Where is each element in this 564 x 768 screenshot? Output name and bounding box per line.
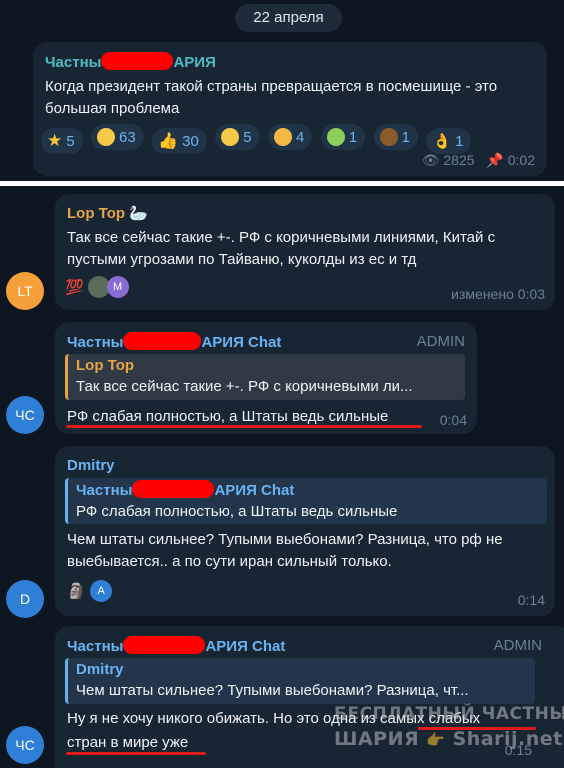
edited-time: изменено 0:03 xyxy=(451,286,545,302)
message-time: 0:04 xyxy=(439,412,467,428)
poop-icon xyxy=(379,128,398,146)
nauseated-icon xyxy=(326,128,345,146)
grin-icon xyxy=(97,128,116,146)
channel-post[interactable]: Частны АРИЯ Когда президент такой страны … xyxy=(33,42,547,176)
reply-preview[interactable]: Частны АРИЯ Chat РФ слабая полностью, а Ш… xyxy=(65,478,547,524)
reaction-chip[interactable]: 👍 30 xyxy=(152,128,207,154)
admin-badge: ADMIN xyxy=(416,333,465,350)
reply-preview[interactable]: Lop Top Так все сейчас такие +-. РФ с ко… xyxy=(65,354,465,400)
watermark: ШАРИЯ 👉 Sharij.net xyxy=(334,728,563,750)
pointing-hand-icon: 👉 xyxy=(426,731,446,749)
reaction-chip[interactable]: 1 xyxy=(320,124,366,150)
reply-text: РФ слабая полностью, а Штаты ведь сильны… xyxy=(76,503,398,520)
message-sender[interactable]: Частны АРИЯ Chat xyxy=(67,636,285,657)
reply-preview[interactable]: Dmitry Чем штаты сильнее? Тупыми выебона… xyxy=(65,658,535,704)
message-sender[interactable]: Частны АРИЯ Chat xyxy=(67,332,281,353)
date-separator: 22 апреля xyxy=(235,4,342,32)
reply-sender: Lop Top xyxy=(76,357,135,374)
pin-icon: 📌 xyxy=(486,152,504,168)
reaction-chip[interactable]: 👌 1 xyxy=(426,128,472,154)
reaction-chip[interactable]: 63 xyxy=(91,124,144,150)
redaction-mark xyxy=(123,332,202,350)
thumbs-up-icon: 👍 xyxy=(158,133,179,150)
star-icon: ★ xyxy=(47,131,63,150)
highlight-underline xyxy=(66,425,422,428)
watermark: БЕСПЛАТНЫЙ ЧАСТНЫЙ xyxy=(334,704,564,724)
ok-hand-icon: 👌 xyxy=(432,133,452,150)
avatar[interactable]: ЧС xyxy=(6,726,44,764)
separator-line xyxy=(0,181,564,186)
admin-badge: ADMIN xyxy=(493,637,542,654)
slightly-frowning-icon xyxy=(221,128,240,146)
message-reactions[interactable]: 💯 M xyxy=(65,276,129,300)
message-bubble[interactable]: Lop Top 🦢 Так все сейчас такие +-. РФ с … xyxy=(55,194,555,310)
message-time: 0:14 xyxy=(517,592,545,608)
reaction-chip[interactable]: 5 xyxy=(215,124,260,150)
reactor-avatar: M xyxy=(106,276,129,298)
thinking-icon xyxy=(274,128,293,146)
reaction-chip[interactable]: ★ 5 xyxy=(41,128,83,154)
message-sender[interactable]: Lop Top 🦢 xyxy=(67,204,148,224)
post-text: Когда президент такой страны превращаетс… xyxy=(45,78,498,117)
hundred-points-icon: 💯 xyxy=(65,279,84,296)
moai-icon: 🗿 xyxy=(67,583,86,600)
reply-text: Так все сейчас такие +-. РФ с коричневым… xyxy=(76,378,413,395)
reply-sender: Dmitry xyxy=(76,661,124,678)
reply-text: Чем штаты сильнее? Тупыми выебонами? Раз… xyxy=(76,682,469,699)
reaction-chip[interactable]: 1 xyxy=(373,124,418,150)
redaction-mark xyxy=(101,52,174,70)
message-sender[interactable]: Dmitry xyxy=(67,456,115,476)
message-text-line: стран в мире уже xyxy=(67,734,189,751)
sender-emoji-icon: 🦢 xyxy=(129,205,148,222)
message-text: Чем штаты сильнее? Тупыми выебонами? Раз… xyxy=(67,531,503,570)
eye-icon: 👁 xyxy=(421,152,440,168)
reaction-chip[interactable]: 4 xyxy=(268,124,313,150)
reactor-avatar: A xyxy=(90,580,113,602)
message-reactions[interactable]: 🗿 A xyxy=(67,580,113,604)
message-text: Так все сейчас такие +-. РФ с коричневым… xyxy=(67,229,496,268)
highlight-underline xyxy=(66,752,206,755)
message-bubble[interactable]: Частны АРИЯ Chat ADMIN Lop Top Так все се… xyxy=(55,322,477,434)
post-sender[interactable]: Частны АРИЯ xyxy=(45,52,216,73)
message-bubble[interactable]: Dmitry Частны АРИЯ Chat РФ слабая полност… xyxy=(55,446,555,616)
avatar[interactable]: LT xyxy=(6,272,44,310)
avatar[interactable]: ЧС xyxy=(6,396,44,434)
avatar[interactable]: D xyxy=(6,580,44,618)
redaction-mark xyxy=(123,636,206,654)
reaction-bar: ★ 5 63 👍 30 5 4 1 1 👌 1 xyxy=(41,124,475,154)
redaction-mark xyxy=(132,480,215,498)
post-meta: 👁 2825 📌 0:02 xyxy=(421,152,535,168)
reply-sender: Частны АРИЯ Chat xyxy=(76,480,295,499)
